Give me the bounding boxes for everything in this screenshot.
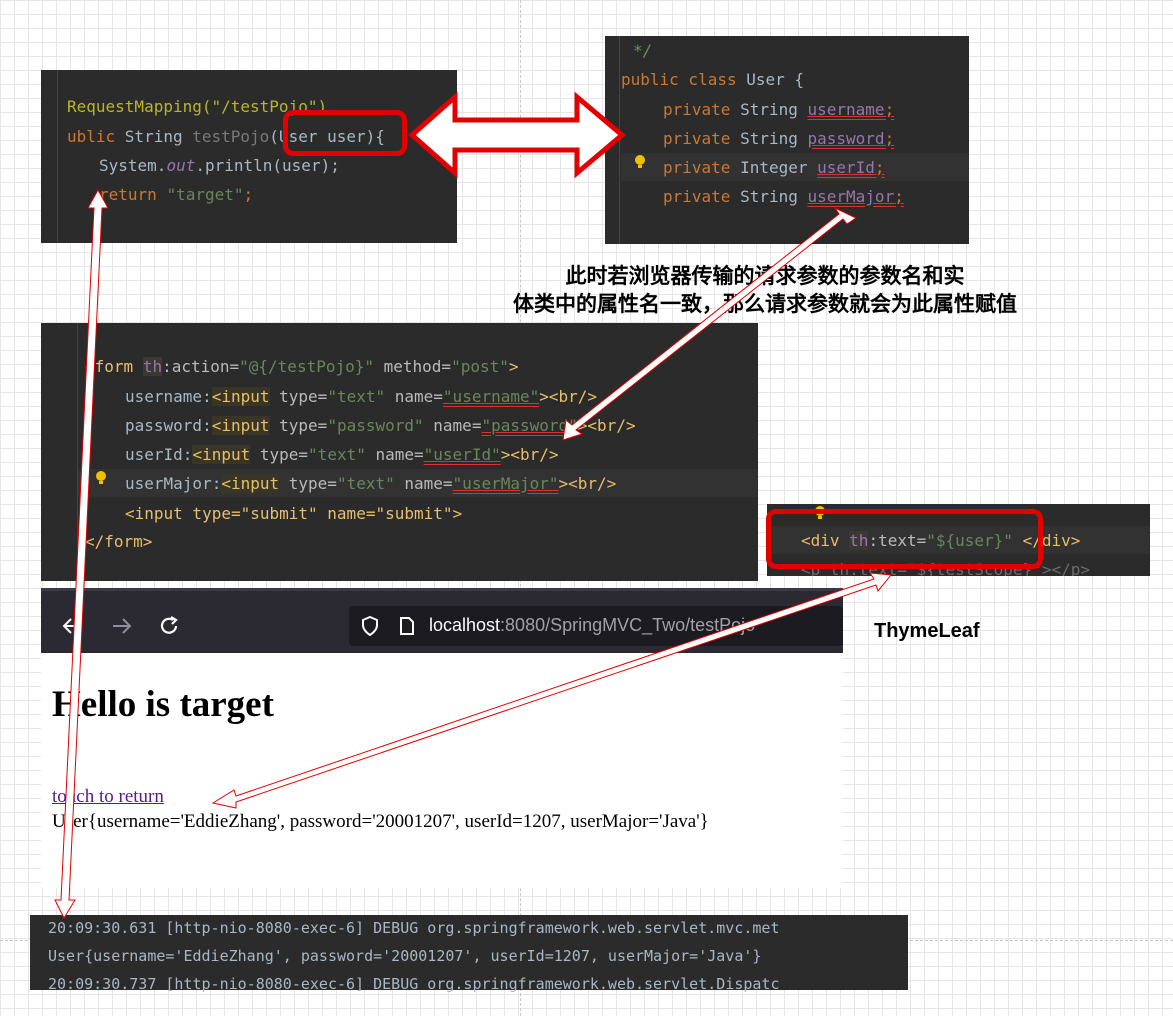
- double-arrow: [408, 91, 626, 179]
- thin-arrow-controller-to-console: [54, 188, 109, 920]
- annotation-arrows: [54, 91, 892, 920]
- thin-arrow-form-to-class: [562, 206, 858, 441]
- thin-arrow-thymeleaf-to-page: [211, 572, 892, 809]
